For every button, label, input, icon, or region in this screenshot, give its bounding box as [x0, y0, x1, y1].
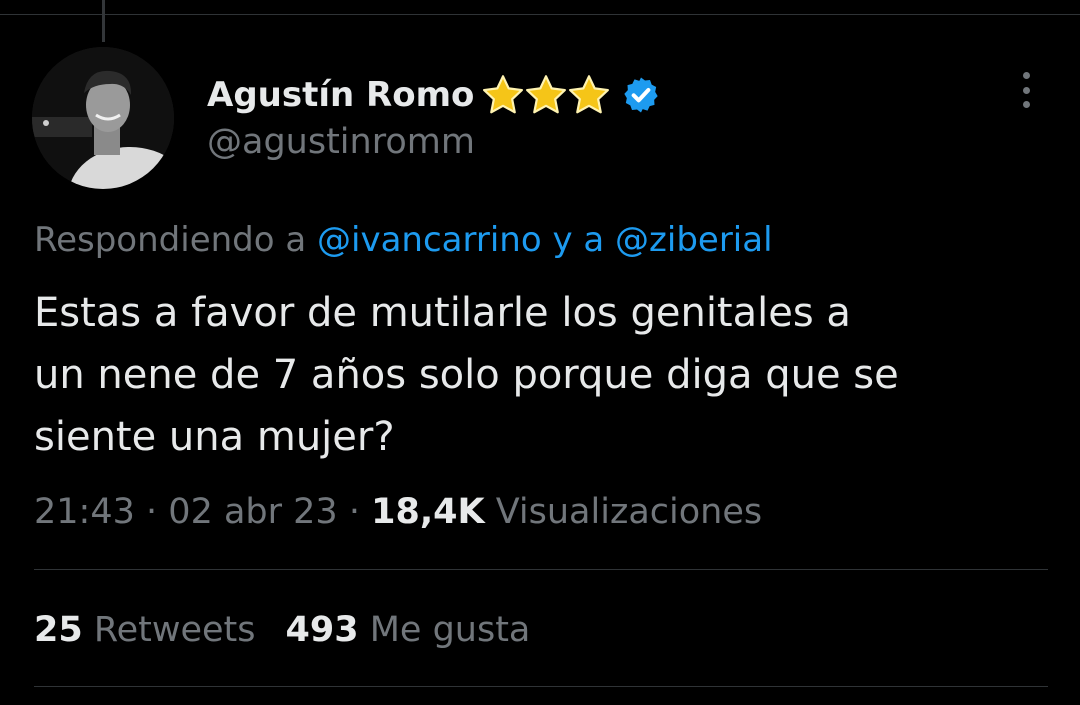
reply-conjunction: y a	[552, 220, 605, 260]
retweets-stat[interactable]: 25 Retweets	[34, 610, 256, 650]
stats-divider-bottom	[34, 686, 1048, 687]
tweet-text-line: siente una mujer?	[34, 414, 395, 460]
retweets-count: 25	[34, 610, 83, 650]
views-label: Visualizaciones	[495, 492, 763, 532]
tweet-text-line: Estas a favor de mutilarle los genitales…	[34, 290, 851, 336]
views-count: 18,4K	[371, 492, 485, 532]
stats-divider-top	[34, 569, 1048, 570]
author-handle[interactable]: @agustinromm	[207, 122, 475, 162]
display-name[interactable]: Agustín Romo	[207, 75, 474, 115]
star-icon	[483, 75, 524, 114]
top-divider	[0, 14, 1080, 15]
tweet-text-line: un nene de 7 años solo porque diga que s…	[34, 352, 899, 398]
retweets-label: Retweets	[93, 610, 256, 650]
tweet-time[interactable]: 21:43	[34, 492, 135, 532]
star-icon	[569, 75, 610, 114]
tweet-date[interactable]: 02 abr 23	[168, 492, 337, 532]
reply-prefix: Respondiendo a	[34, 220, 307, 260]
mention-link-ziberial[interactable]: @ziberial	[615, 220, 773, 260]
tweet-text: Estas a favor de mutilarle los genitales…	[34, 282, 1044, 468]
thread-connector-line	[102, 0, 105, 42]
more-vertical-icon[interactable]	[1014, 70, 1038, 110]
likes-count: 493	[285, 610, 359, 650]
verified-badge-icon[interactable]	[621, 75, 661, 115]
meta-separator: ·	[146, 492, 158, 532]
reply-context: Respondiendo a @ivancarrino y a @ziberia…	[34, 220, 773, 260]
star-icon	[526, 75, 567, 114]
author-row: Agustín Romo	[207, 70, 661, 120]
likes-label: Me gusta	[369, 610, 531, 650]
mention-link-ivancarrino[interactable]: @ivancarrino	[317, 220, 542, 260]
meta-separator: ·	[348, 492, 360, 532]
avatar[interactable]	[32, 47, 174, 189]
engagement-stats: 25 Retweets 493 Me gusta	[34, 610, 530, 650]
badge-stars	[480, 73, 610, 117]
tweet-meta: 21:43 · 02 abr 23 · 18,4K Visualizacione…	[34, 492, 762, 532]
likes-stat[interactable]: 493 Me gusta	[286, 610, 531, 650]
avatar-photo	[32, 47, 174, 189]
